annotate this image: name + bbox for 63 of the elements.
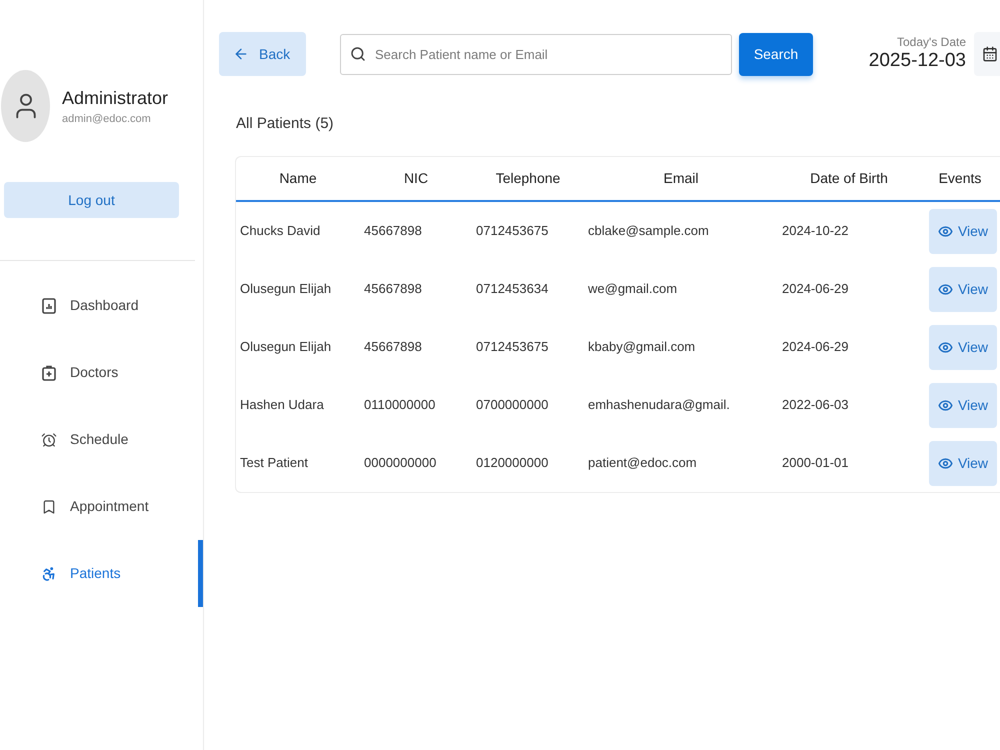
table-cell-text: 45667898	[363, 338, 422, 356]
nav-item[interactable]: Dashboard	[0, 272, 203, 339]
table-cell-text: Test Patient	[239, 454, 308, 472]
table-cell-text: 45667898	[363, 280, 422, 298]
view-button[interactable]: View	[929, 440, 997, 486]
eye-icon	[938, 340, 953, 354]
nav-item[interactable]: Appointment	[0, 473, 203, 540]
eye-icon	[938, 398, 953, 412]
table-cell-text: 0712453675	[475, 338, 548, 356]
section-title: All Patients (5)	[236, 115, 334, 133]
eye-icon	[938, 224, 953, 238]
table-cell-text: 0120000000	[475, 454, 548, 472]
search-icon	[350, 46, 366, 62]
table-cell-text: Olusegun Elijah	[239, 280, 332, 298]
table-cell-text: Chucks David	[239, 222, 320, 240]
table-cell-text: 2024-10-22	[781, 222, 848, 240]
table-cell-text: patient@edoc.com	[587, 454, 697, 472]
medical-kit-icon	[41, 364, 57, 380]
table-cell-text: 2022-06-03	[781, 396, 848, 414]
column-header: Email	[663, 169, 698, 188]
wheelchair-icon	[41, 566, 57, 582]
table-cell-text: kbaby@gmail.com	[587, 338, 696, 356]
date-label: Today's Date	[897, 35, 966, 49]
bookmark-icon	[41, 498, 57, 514]
calendar-button[interactable]	[974, 32, 1000, 76]
table-cell-text: we@gmail.com	[587, 280, 678, 298]
search-field[interactable]: Search Patient name or Email	[340, 34, 732, 74]
chart-board-icon	[41, 298, 57, 314]
table-cell-text: 0110000000	[363, 396, 436, 414]
table-cell-text: 2024-06-29	[781, 338, 848, 356]
table-cell-text: 45667898	[363, 222, 422, 240]
table-cell-text: 2024-06-29	[781, 280, 848, 298]
view-button[interactable]: View	[929, 208, 997, 254]
table-cell-text: emhashenudara@gmail.	[587, 396, 730, 414]
profile-name: Administrator	[62, 86, 168, 110]
back-button[interactable]: Back	[219, 32, 306, 76]
calendar-icon	[982, 46, 998, 62]
column-header: Name	[279, 169, 317, 188]
table-cell-text: 2000-01-01	[781, 454, 848, 472]
table-cell-text: 0700000000	[475, 396, 548, 414]
eye-icon	[938, 456, 953, 470]
nav-item[interactable]: Patients	[0, 540, 203, 607]
today-date: 2025-12-03	[868, 49, 966, 73]
table-cell-text: Olusegun Elijah	[239, 338, 332, 356]
nav-item[interactable]: Schedule	[0, 406, 203, 473]
profile-email: admin@edoc.com	[62, 112, 151, 126]
view-button[interactable]: View	[929, 266, 997, 312]
table-cell-text: 0712453675	[475, 222, 548, 240]
nav-item[interactable]: Doctors	[0, 339, 203, 406]
eye-icon	[938, 282, 953, 296]
table-cell-text: Hashen Udara	[239, 396, 324, 414]
column-header: Telephone	[496, 169, 560, 188]
table-cell-text: cblake@sample.com	[587, 222, 709, 240]
alarm-clock-icon	[41, 432, 57, 448]
column-header: NIC	[404, 169, 428, 188]
table-cell-text: 0000000000	[363, 454, 436, 472]
logout-button[interactable]: Log out	[4, 182, 179, 218]
table-cell-text: 0712453634	[475, 280, 548, 298]
column-header: Date of Birth	[810, 169, 888, 188]
column-header: Events	[938, 169, 982, 188]
view-button[interactable]: View	[929, 324, 997, 370]
view-button[interactable]: View	[929, 382, 997, 428]
search-button[interactable]: Search	[739, 32, 813, 76]
